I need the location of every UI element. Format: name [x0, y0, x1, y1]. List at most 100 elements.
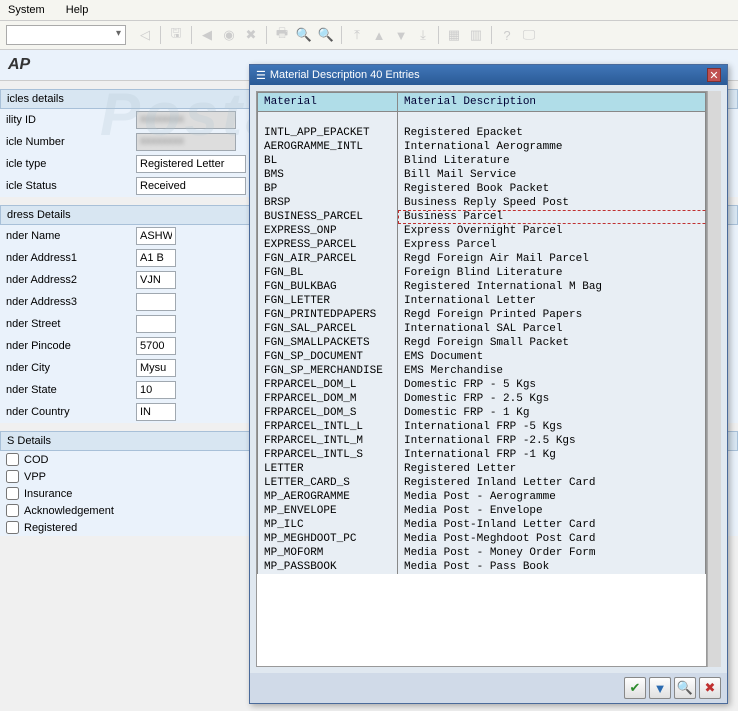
- page-last-icon[interactable]: ⤓: [414, 26, 432, 44]
- cell-description[interactable]: Bill Mail Service: [398, 168, 706, 182]
- nav-exit-icon[interactable]: ◉: [220, 26, 238, 44]
- table-row[interactable]: FRPARCEL_DOM_LDomestic FRP - 5 Kgs: [258, 378, 706, 392]
- cell-description[interactable]: Foreign Blind Literature: [398, 266, 706, 280]
- table-row[interactable]: FRPARCEL_INTL_LInternational FRP -5 Kgs: [258, 420, 706, 434]
- cell-description[interactable]: Media Post - Envelope: [398, 504, 706, 518]
- dialog-titlebar[interactable]: ☰ Material Description 40 Entries ✕: [250, 65, 727, 85]
- sender-name-field[interactable]: [136, 227, 176, 245]
- table-row[interactable]: BRSPBusiness Reply Speed Post: [258, 196, 706, 210]
- cell-description[interactable]: Domestic FRP - 2.5 Kgs: [398, 392, 706, 406]
- table-row[interactable]: EXPRESS_PARCELExpress Parcel: [258, 238, 706, 252]
- col-material[interactable]: Material: [258, 93, 398, 112]
- cell-description[interactable]: Media Post - Aerogramme: [398, 490, 706, 504]
- table-row[interactable]: FGN_SP_DOCUMENTEMS Document: [258, 350, 706, 364]
- cell-description[interactable]: Regd Foreign Small Packet: [398, 336, 706, 350]
- table-row[interactable]: AEROGRAMME_INTLInternational Aerogramme: [258, 140, 706, 154]
- page-up-icon[interactable]: ▲: [370, 26, 388, 44]
- shortcut-icon[interactable]: ▥: [467, 26, 485, 44]
- table-row[interactable]: MP_AEROGRAMMEMedia Post - Aerogramme: [258, 490, 706, 504]
- nav-back-icon[interactable]: ◀: [198, 26, 216, 44]
- table-row[interactable]: BUSINESS_PARCELBusiness Parcel: [258, 210, 706, 224]
- cell-material[interactable]: FRPARCEL_INTL_L: [258, 420, 398, 434]
- table-row[interactable]: FGN_PRINTEDPAPERSRegd Foreign Printed Pa…: [258, 308, 706, 322]
- table-row[interactable]: BMSBill Mail Service: [258, 168, 706, 182]
- cell-material[interactable]: BRSP: [258, 196, 398, 210]
- sender-pincode-field[interactable]: [136, 337, 176, 355]
- save-icon[interactable]: 🖫: [167, 26, 185, 44]
- cell-material[interactable]: BP: [258, 182, 398, 196]
- table-row[interactable]: FGN_SMALLPACKETSRegd Foreign Small Packe…: [258, 336, 706, 350]
- sender-city-field[interactable]: [136, 359, 176, 377]
- table-row[interactable]: MP_ENVELOPEMedia Post - Envelope: [258, 504, 706, 518]
- cell-description[interactable]: International Aerogramme: [398, 140, 706, 154]
- table-row[interactable]: MP_PASSBOOKMedia Post - Pass Book: [258, 560, 706, 574]
- cell-material[interactable]: MP_MOFORM: [258, 546, 398, 560]
- sender-addr2-field[interactable]: [136, 271, 176, 289]
- sender-country-field[interactable]: [136, 403, 176, 421]
- table-row[interactable]: FGN_SAL_PARCELInternational SAL Parcel: [258, 322, 706, 336]
- table-row[interactable]: LETTERRegistered Letter: [258, 462, 706, 476]
- cancel-button[interactable]: ✖: [699, 677, 721, 699]
- cell-material[interactable]: MP_PASSBOOK: [258, 560, 398, 574]
- close-icon[interactable]: ✕: [707, 68, 721, 82]
- cell-material[interactable]: FRPARCEL_INTL_M: [258, 434, 398, 448]
- table-row[interactable]: FGN_BLForeign Blind Literature: [258, 266, 706, 280]
- cell-material[interactable]: FGN_LETTER: [258, 294, 398, 308]
- article-status-field[interactable]: [136, 177, 246, 195]
- sender-addr3-field[interactable]: [136, 293, 176, 311]
- new-session-icon[interactable]: ▦: [445, 26, 463, 44]
- cell-description[interactable]: International SAL Parcel: [398, 322, 706, 336]
- table-row[interactable]: FGN_LETTERInternational Letter: [258, 294, 706, 308]
- cell-material[interactable]: BL: [258, 154, 398, 168]
- cod-checkbox[interactable]: [6, 453, 19, 466]
- cell-description[interactable]: Business Parcel: [398, 210, 706, 224]
- page-down-icon[interactable]: ▼: [392, 26, 410, 44]
- layout-icon[interactable]: 🖵: [520, 26, 538, 44]
- sender-street-field[interactable]: [136, 315, 176, 333]
- table-row[interactable]: FRPARCEL_DOM_SDomestic FRP - 1 Kg: [258, 406, 706, 420]
- cell-material[interactable]: BUSINESS_PARCEL: [258, 210, 398, 224]
- cell-material[interactable]: FGN_BL: [258, 266, 398, 280]
- cell-description[interactable]: Registered Inland Letter Card: [398, 476, 706, 490]
- cell-description[interactable]: International FRP -2.5 Kgs: [398, 434, 706, 448]
- cell-material[interactable]: FGN_AIR_PARCEL: [258, 252, 398, 266]
- cell-material[interactable]: FRPARCEL_DOM_M: [258, 392, 398, 406]
- table-row[interactable]: LETTER_CARD_SRegistered Inland Letter Ca…: [258, 476, 706, 490]
- table-row[interactable]: MP_MEGHDOOT_PCMedia Post-Meghdoot Post C…: [258, 532, 706, 546]
- cell-description[interactable]: Domestic FRP - 1 Kg: [398, 406, 706, 420]
- menu-system[interactable]: System: [8, 4, 45, 16]
- table-row[interactable]: FRPARCEL_DOM_MDomestic FRP - 2.5 Kgs: [258, 392, 706, 406]
- cell-description[interactable]: Blind Literature: [398, 154, 706, 168]
- cell-material[interactable]: MP_ILC: [258, 518, 398, 532]
- registered-checkbox[interactable]: [6, 521, 19, 534]
- cell-description[interactable]: Registered International M Bag: [398, 280, 706, 294]
- ack-checkbox[interactable]: [6, 504, 19, 517]
- cell-material[interactable]: FGN_SMALLPACKETS: [258, 336, 398, 350]
- find-icon[interactable]: 🔍: [295, 26, 313, 44]
- cell-material[interactable]: FGN_SAL_PARCEL: [258, 322, 398, 336]
- table-row[interactable]: MP_MOFORMMedia Post - Money Order Form: [258, 546, 706, 560]
- page-first-icon[interactable]: ⤒: [348, 26, 366, 44]
- table-row[interactable]: BLBlind Literature: [258, 154, 706, 168]
- table-row[interactable]: FGN_BULKBAGRegistered International M Ba…: [258, 280, 706, 294]
- cell-description[interactable]: Regd Foreign Printed Papers: [398, 308, 706, 322]
- cell-material[interactable]: BMS: [258, 168, 398, 182]
- back-icon[interactable]: ◁: [136, 26, 154, 44]
- cell-material[interactable]: AEROGRAMME_INTL: [258, 140, 398, 154]
- cell-material[interactable]: EXPRESS_ONP: [258, 224, 398, 238]
- cell-description[interactable]: EMS Document: [398, 350, 706, 364]
- cell-description[interactable]: International Letter: [398, 294, 706, 308]
- accept-button[interactable]: ✔: [624, 677, 646, 699]
- cell-material[interactable]: MP_ENVELOPE: [258, 504, 398, 518]
- cell-material[interactable]: LETTER: [258, 462, 398, 476]
- command-combo[interactable]: [6, 25, 126, 45]
- cell-description[interactable]: Registered Epacket: [398, 126, 706, 140]
- cell-material[interactable]: FGN_PRINTEDPAPERS: [258, 308, 398, 322]
- article-number-field[interactable]: xxxxxxxx: [136, 133, 236, 151]
- cell-material[interactable]: FRPARCEL_DOM_L: [258, 378, 398, 392]
- table-row[interactable]: EXPRESS_ONPExpress Overnight Parcel: [258, 224, 706, 238]
- table-row[interactable]: INTL_APP_EPACKETRegistered Epacket: [258, 126, 706, 140]
- cell-description[interactable]: EMS Merchandise: [398, 364, 706, 378]
- table-row[interactable]: FGN_AIR_PARCELRegd Foreign Air Mail Parc…: [258, 252, 706, 266]
- help-icon[interactable]: ?: [498, 26, 516, 44]
